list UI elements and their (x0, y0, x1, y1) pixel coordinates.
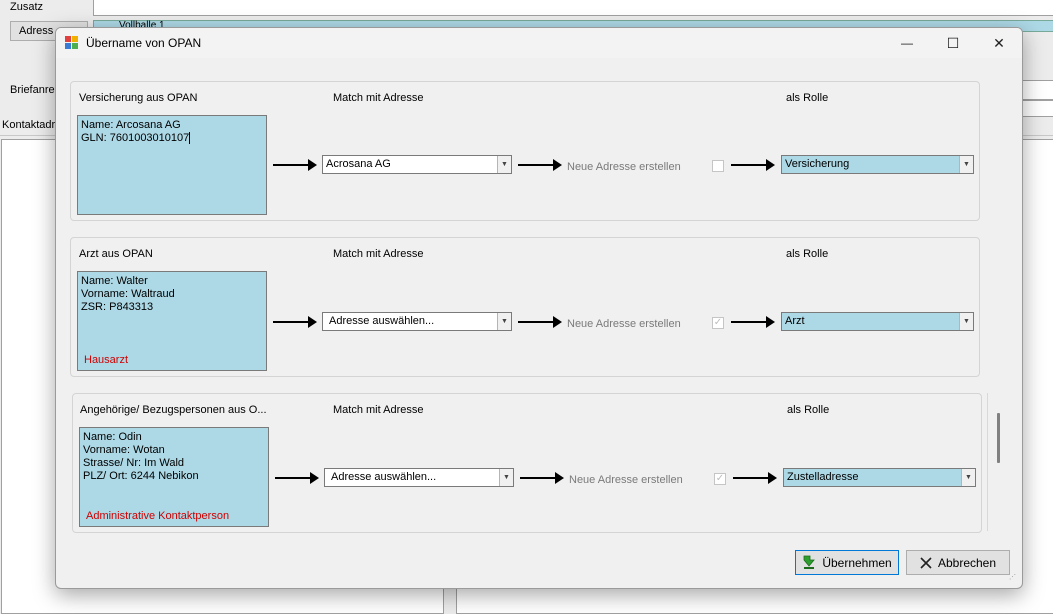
new-address-checkbox[interactable] (712, 160, 724, 172)
new-address-checkbox[interactable]: ✓ (714, 473, 726, 485)
role-header: als Rolle (786, 92, 829, 104)
import-dialog: Übername von OPAN — ☐ ✕ Versicherung aus… (55, 27, 1023, 589)
info-line: ZSR: P843313 (81, 301, 154, 313)
arrow-right-icon (518, 159, 562, 171)
section-header: Arzt aus OPAN (79, 248, 153, 260)
opan-info-box[interactable]: Name: Walter Vorname: Waltraud ZSR: P843… (77, 271, 267, 371)
chevron-down-icon[interactable]: ▼ (497, 313, 511, 330)
resize-grip-icon[interactable]: ⋰ (1009, 574, 1018, 585)
role-combo[interactable]: Arzt ▼ (781, 312, 974, 331)
info-line: Vorname: Waltraud (81, 288, 175, 300)
uebernehmen-button[interactable]: Übernehmen (795, 550, 899, 575)
role-note: Administrative Kontaktperson (86, 510, 230, 522)
role-combo[interactable]: Zustelladresse ▼ (783, 468, 976, 487)
section-header: Versicherung aus OPAN (79, 92, 198, 104)
section-header: Angehörige/ Bezugspersonen aus O... (80, 404, 267, 416)
abbrechen-label: Abbrechen (937, 555, 997, 570)
chevron-down-icon[interactable]: ▼ (961, 469, 975, 486)
chevron-down-icon[interactable]: ▼ (499, 469, 513, 486)
scrollbar-thumb[interactable] (997, 413, 1000, 463)
combo-value: Acrosana AG (326, 158, 391, 170)
minimize-button[interactable]: — (884, 28, 930, 58)
combo-value: Adresse auswählen... (329, 315, 435, 327)
combo-value: Adresse auswählen... (331, 471, 437, 483)
match-header: Match mit Adresse (333, 404, 424, 416)
new-address-label: Neue Adresse erstellen (567, 161, 681, 173)
arrow-right-icon (520, 472, 564, 484)
dialog-title: Übername von OPAN (86, 36, 202, 50)
opan-info-box[interactable]: Name: Arcosana AG GLN: 7601003010107 (77, 115, 267, 215)
chevron-down-icon[interactable]: ▼ (959, 156, 973, 173)
arrow-right-icon (731, 159, 775, 171)
arrow-right-icon (731, 316, 775, 328)
right-field-1[interactable] (1020, 80, 1053, 100)
app-icon (65, 36, 78, 49)
briefanrede-label: Briefanrec (10, 84, 61, 96)
section-versicherung: Versicherung aus OPAN Match mit Adresse … (70, 81, 980, 221)
scrollbar-track[interactable] (987, 393, 988, 531)
arrow-right-icon (275, 472, 319, 484)
info-line: GLN: 7601003010107 (81, 132, 191, 145)
combo-value: Versicherung (785, 158, 850, 170)
cancel-x-icon (920, 556, 932, 569)
role-header: als Rolle (787, 404, 830, 416)
dialog-titlebar[interactable]: Übername von OPAN — ☐ ✕ (56, 28, 1022, 58)
chevron-down-icon[interactable]: ▼ (497, 156, 511, 173)
section-arzt: Arzt aus OPAN Match mit Adresse als Roll… (70, 237, 980, 377)
opan-info-box[interactable]: Name: Odin Vorname: Wotan Strasse/ Nr: I… (79, 427, 269, 527)
top-field[interactable] (93, 0, 1053, 16)
info-line: Name: Walter (81, 275, 148, 287)
maximize-button[interactable]: ☐ (930, 28, 976, 58)
arrow-right-icon (733, 472, 777, 484)
import-arrow-icon (803, 555, 816, 569)
arrow-right-icon (273, 159, 317, 171)
right-field-2[interactable] (1020, 100, 1053, 117)
arrow-right-icon (518, 316, 562, 328)
abbrechen-button[interactable]: Abbrechen (906, 550, 1010, 575)
combo-value: Zustelladresse (787, 471, 859, 483)
new-address-label: Neue Adresse erstellen (569, 474, 683, 486)
zusatz-label: Zusatz (10, 1, 44, 13)
arrow-right-icon (273, 316, 317, 328)
match-address-combo[interactable]: Acrosana AG ▼ (322, 155, 512, 174)
role-header: als Rolle (786, 248, 829, 260)
combo-value: Arzt (785, 315, 805, 327)
info-line: PLZ/ Ort: 6244 Nebikon (83, 470, 199, 482)
info-line: Name: Odin (83, 431, 142, 443)
section-angehoerige: Angehörige/ Bezugspersonen aus O... Matc… (72, 393, 982, 533)
match-address-combo[interactable]: Adresse auswählen... ▼ (324, 468, 514, 487)
info-line: Name: Arcosana AG (81, 119, 181, 131)
close-button[interactable]: ✕ (976, 28, 1022, 58)
match-header: Match mit Adresse (333, 248, 424, 260)
new-address-checkbox[interactable]: ✓ (712, 317, 724, 329)
role-note: Hausarzt (84, 354, 129, 366)
role-combo[interactable]: Versicherung ▼ (781, 155, 974, 174)
info-line: Strasse/ Nr: Im Wald (83, 457, 185, 469)
chevron-down-icon[interactable]: ▼ (959, 313, 973, 330)
uebernehmen-label: Übernehmen (822, 555, 892, 570)
new-address-label: Neue Adresse erstellen (567, 318, 681, 330)
match-header: Match mit Adresse (333, 92, 424, 104)
info-line: Vorname: Wotan (83, 444, 165, 456)
kontaktadresse-label: Kontaktadr (2, 119, 56, 131)
match-address-combo[interactable]: Adresse auswählen... ▼ (322, 312, 512, 331)
